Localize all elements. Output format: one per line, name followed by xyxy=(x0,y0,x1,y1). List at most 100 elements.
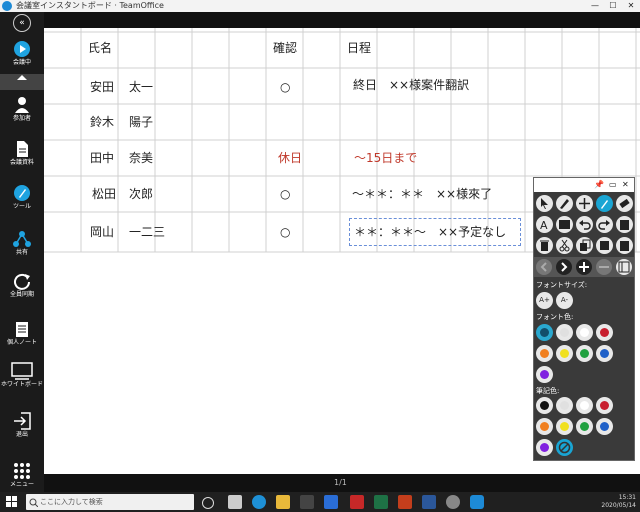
notebook-icon xyxy=(16,322,28,337)
copy-button[interactable] xyxy=(576,237,593,254)
clipboard-icon xyxy=(620,220,629,230)
sidebar-item-whiteboard[interactable]: ホワイトボード xyxy=(0,362,44,389)
prev-button[interactable] xyxy=(536,259,552,275)
pen-color-swatch-dot xyxy=(540,443,549,452)
app-icon-gray[interactable] xyxy=(446,495,460,509)
top-strip xyxy=(44,12,640,28)
sidebar-item-label: 全員同期 xyxy=(9,291,34,298)
excel-icon[interactable] xyxy=(374,495,388,509)
pen-color-swatch[interactable] xyxy=(536,439,553,456)
word-icon[interactable] xyxy=(422,495,436,509)
pen-color-swatch[interactable] xyxy=(576,418,593,435)
pen-color-swatch[interactable] xyxy=(596,397,613,414)
collapse-sidebar-button[interactable]: « xyxy=(13,14,31,32)
store-icon[interactable] xyxy=(300,495,314,509)
app-icon-red[interactable] xyxy=(350,495,364,509)
font-color-swatch[interactable] xyxy=(596,324,613,341)
chevron-up-icon xyxy=(17,75,27,80)
sidebar-item-meeting[interactable]: 会議中 xyxy=(0,40,44,67)
minimize-button[interactable]: — xyxy=(586,0,604,12)
row-schedule: ＊＊：＊＊～ ××予定なし xyxy=(354,225,507,239)
sidebar-expand-strip[interactable] xyxy=(0,74,44,90)
pen-color-swatch[interactable] xyxy=(556,418,573,435)
share-icon xyxy=(13,231,31,247)
remove-button[interactable] xyxy=(596,259,612,275)
sidebar-item-tools[interactable]: ツール xyxy=(0,184,44,211)
font-color-swatch[interactable] xyxy=(536,345,553,362)
header-confirm: 確認 xyxy=(273,41,298,55)
redo-button[interactable] xyxy=(596,216,613,233)
sidebar-item-exit[interactable]: 退出 xyxy=(0,412,44,439)
sidebar-item-notes[interactable]: 個人ノート xyxy=(0,320,44,347)
sidebar-item-participants[interactable]: 参加者 xyxy=(0,96,44,123)
font-color-swatch-dot xyxy=(540,349,549,358)
move-tool-button[interactable] xyxy=(576,195,593,212)
palette-close-button[interactable]: ✕ xyxy=(622,178,629,192)
system-clock[interactable]: 15:31 2020/05/14 xyxy=(601,494,636,510)
eraser-tool-button[interactable] xyxy=(616,195,633,212)
close-button[interactable]: ✕ xyxy=(622,0,640,12)
image-tool-button[interactable] xyxy=(556,216,573,233)
taskview-icon[interactable] xyxy=(228,495,242,509)
font-color-swatch[interactable] xyxy=(596,345,613,362)
header-schedule: 日程 xyxy=(347,41,372,55)
font-size-down-button[interactable]: A- xyxy=(556,292,573,309)
mail-icon[interactable] xyxy=(324,495,338,509)
windows-start-icon[interactable] xyxy=(6,496,18,508)
taskbar-search[interactable]: ここに入力して検索 xyxy=(26,494,194,510)
layers-icon xyxy=(600,241,609,250)
delete-button[interactable] xyxy=(536,237,553,254)
row-last-name: 岡山 xyxy=(90,225,115,239)
font-size-up-button[interactable]: A+ xyxy=(536,292,553,309)
row-schedule: ～15日まで xyxy=(354,151,418,165)
pen-color-swatch[interactable] xyxy=(556,397,573,414)
sidebar-item-menu[interactable]: メニュー xyxy=(0,462,44,489)
font-color-swatch-dot xyxy=(540,328,549,337)
font-color-swatch[interactable] xyxy=(536,324,553,341)
row-confirm: ○ xyxy=(280,80,291,94)
palette-header[interactable]: 📌 ▭ ✕ xyxy=(534,178,634,192)
palette-minimize-button[interactable]: ▭ xyxy=(609,178,617,192)
sidebar-item-documents[interactable]: 会議資料 xyxy=(0,140,44,167)
task-view-icon[interactable] xyxy=(202,497,214,509)
maximize-button[interactable]: ☐ xyxy=(604,0,622,12)
pen-color-swatch[interactable] xyxy=(596,418,613,435)
font-color-swatch[interactable] xyxy=(576,345,593,362)
font-color-swatch[interactable] xyxy=(556,345,573,362)
edge-browser-icon[interactable] xyxy=(252,495,266,509)
pen-color-swatch[interactable] xyxy=(536,418,553,435)
paste-special-button[interactable] xyxy=(616,237,633,254)
powerpoint-icon[interactable] xyxy=(398,495,412,509)
pen-color-swatch-dot xyxy=(580,422,589,431)
page-list-button[interactable] xyxy=(616,259,632,275)
pen-color-swatch-dot xyxy=(580,401,589,410)
cut-button[interactable] xyxy=(556,237,573,254)
font-color-swatch[interactable] xyxy=(556,324,573,341)
pen-color-label: 筆記色: xyxy=(536,387,560,395)
font-color-swatch[interactable] xyxy=(536,366,553,383)
font-color-swatch[interactable] xyxy=(576,324,593,341)
taskbar: ここに入力して検索 15:31 2020/05/14 xyxy=(0,492,640,512)
teamoffice-icon[interactable] xyxy=(470,495,484,509)
selected-text-box[interactable]: ＊＊：＊＊～ ××予定なし xyxy=(349,218,521,246)
sidebar-item-label: ホワイトボード xyxy=(0,381,43,388)
next-button[interactable] xyxy=(556,259,572,275)
undo-button[interactable] xyxy=(576,216,593,233)
add-button[interactable] xyxy=(576,259,592,275)
pen-color-swatch[interactable] xyxy=(536,397,553,414)
trash-icon xyxy=(540,240,549,251)
pen-color-swatch[interactable] xyxy=(576,397,593,414)
row-last-name: 田中 xyxy=(90,151,115,165)
text-tool-button[interactable]: A xyxy=(536,216,553,233)
layers-button[interactable] xyxy=(596,237,613,254)
sidebar-item-share[interactable]: 共有 xyxy=(0,230,44,257)
transparent-pen-color-button[interactable] xyxy=(556,439,573,456)
paste-button[interactable] xyxy=(616,216,633,233)
select-tool-button[interactable] xyxy=(536,195,553,212)
pin-icon[interactable]: 📌 xyxy=(594,178,604,192)
pen-tool-button[interactable] xyxy=(556,195,573,212)
no-color-icon xyxy=(558,441,571,454)
marker-tool-button[interactable] xyxy=(596,195,613,212)
file-explorer-icon[interactable] xyxy=(276,495,290,509)
sidebar-item-sync[interactable]: 全員同期 xyxy=(0,272,44,299)
